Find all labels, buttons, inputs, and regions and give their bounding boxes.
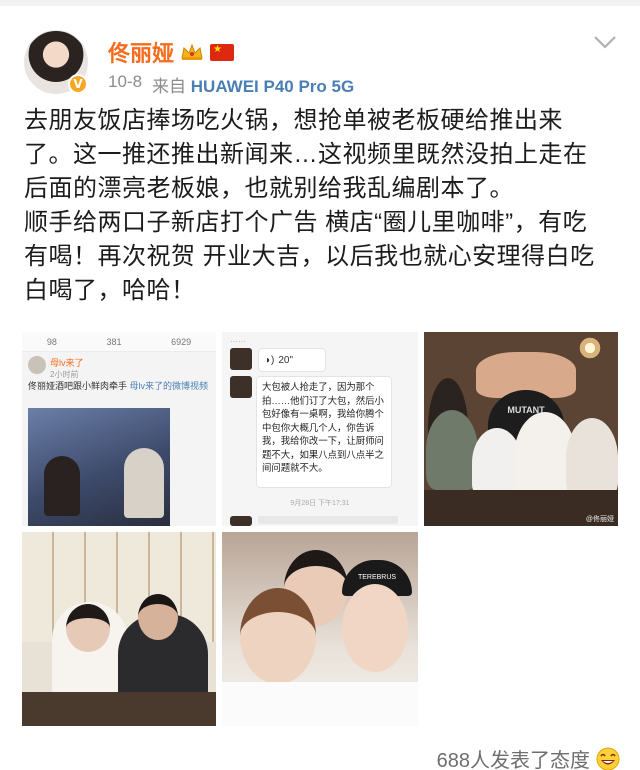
like-count: 6929 xyxy=(171,336,192,347)
embedded-username: 母lv来了 xyxy=(50,358,84,368)
video-figure xyxy=(124,448,164,518)
embedded-caption: 佟丽娅酒吧跟小鲜肉牵手 母lv来了的微博视频 xyxy=(28,380,212,392)
author-row: 佟丽娅 ★ xyxy=(108,36,235,68)
chat-avatar xyxy=(230,348,252,370)
author-name[interactable]: 佟丽娅 xyxy=(108,36,174,68)
embedded-caption-text: 佟丽娅酒吧跟小鲜肉牵手 xyxy=(28,381,128,391)
embedded-time: 2小时前 xyxy=(50,370,79,379)
selfie-clothes xyxy=(222,682,418,726)
reactions-count: 688人发表了态度 xyxy=(436,750,590,770)
repost-stats-bar: 98 381 6929 xyxy=(22,332,216,352)
post-text-line: 有喝！再次祝贺 开业大吉，以后我也就心安理得白吃 xyxy=(24,243,595,270)
hotpot-table xyxy=(22,692,216,726)
photo-figure-head xyxy=(66,604,110,652)
post-text-line: 后面的漂亮老板娘，也就别给我乱编剧本了。 xyxy=(24,175,514,202)
embedded-video-thumbnail xyxy=(28,408,170,526)
embedded-avatar xyxy=(28,356,46,374)
selfie-face xyxy=(342,584,408,672)
lamp-decoration xyxy=(578,336,602,360)
post-body: 去朋友饭店捧场吃火锅，想抢单被老板硬给推出来 了。这一推还推出新闻来…这视频里既… xyxy=(24,104,624,308)
verified-badge-icon: V xyxy=(68,74,88,94)
photo-1-screenshot[interactable]: 98 381 6929 母lv来了 2小时前 佟丽娅酒吧跟小鲜肉牵手 母lv来了… xyxy=(22,332,216,526)
photo-figure xyxy=(566,418,618,498)
chat-next-bubble xyxy=(258,516,398,524)
post-meta: 10-8 来自 HUAWEI P40 Pro 5G xyxy=(108,72,354,97)
selfie-face xyxy=(240,588,316,684)
chat-message-bubble: 大包被人抢走了，因为那个拍……他们订了大包，然后小包好像有一桌啊，我给你腾个中包… xyxy=(256,376,392,488)
reactions-footer[interactable]: 688人发表了态度 xyxy=(437,744,620,770)
chat-avatar xyxy=(230,376,252,398)
video-figure xyxy=(44,456,80,516)
photo-4-hotpot[interactable] xyxy=(22,532,216,726)
embedded-user: 母lv来了 2小时前 xyxy=(28,356,84,380)
source-prefix: 来自 xyxy=(152,77,187,96)
photo-figure xyxy=(426,410,478,490)
chat-avatar xyxy=(230,516,252,526)
device-link[interactable]: HUAWEI P40 Pro 5G xyxy=(191,77,354,96)
comment-count: 381 xyxy=(106,336,122,347)
voice-icon: ◗) xyxy=(265,354,275,366)
post-text-line: 白喝了，哈哈！ xyxy=(24,277,196,304)
voice-duration: 20" xyxy=(278,354,294,366)
chat-timestamp: 9月28日 下午17:31 xyxy=(290,500,350,507)
photo-3-group[interactable]: MUTANT @佟丽娅 xyxy=(424,332,618,526)
post-text-line: 去朋友饭店捧场吃火锅，想抢单被老板硬给推出来 xyxy=(24,107,563,134)
voice-message: ◗) 20" xyxy=(258,348,326,372)
photo-watermark: @佟丽娅 xyxy=(585,516,614,523)
chat-header: …… xyxy=(230,335,246,344)
photo-5-selfie[interactable]: TEREBRUS xyxy=(222,532,418,726)
repost-count: 98 xyxy=(46,336,57,347)
post-date: 10-8 xyxy=(108,72,143,91)
crown-icon xyxy=(181,43,203,60)
photo-2-chat-screenshot[interactable]: …… ◗) 20" 大包被人抢走了，因为那个拍……他们订了大包，然后小包好像有一… xyxy=(222,332,418,526)
embedded-video-link: 母lv来了的微博视频 xyxy=(129,381,209,391)
photo-figure-head xyxy=(138,594,178,640)
top-divider xyxy=(0,0,640,6)
china-flag-icon: ★ xyxy=(210,43,235,61)
chevron-down-icon[interactable] xyxy=(592,34,618,50)
laughing-emoji-icon xyxy=(596,747,620,770)
post-header: V 佟丽娅 ★ 10-8 来自 HUAWEI P40 Pro 5G xyxy=(0,16,640,96)
post-text-line: 了。这一推还推出新闻来…这视频里既然没拍上走在 xyxy=(24,141,588,168)
post-text-line: 顺手给两口子新店打个广告 横店“圈儿里咖啡”，有吃 xyxy=(24,209,588,236)
